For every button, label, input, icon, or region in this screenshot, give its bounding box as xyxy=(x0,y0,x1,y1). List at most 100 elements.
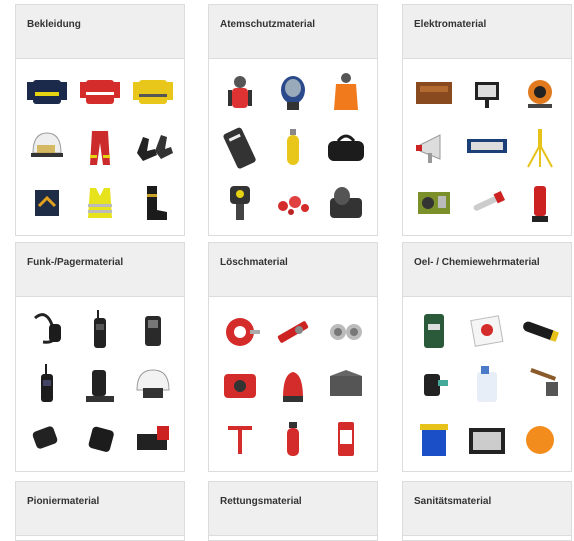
megaphone-icon[interactable] xyxy=(407,120,460,175)
handheld-radio-icon[interactable] xyxy=(73,303,126,357)
black-holster-icon[interactable] xyxy=(73,411,126,465)
category-card-pioniermaterial[interactable]: Pioniermaterial xyxy=(15,481,185,541)
hydrant-key-icon xyxy=(227,426,252,454)
scraper-shovel-icon[interactable] xyxy=(514,357,567,411)
product-image-grid xyxy=(209,297,377,471)
yellow-jacket-icon[interactable] xyxy=(127,65,180,120)
tripod-icon xyxy=(527,128,554,168)
grey-tarp-icon[interactable] xyxy=(320,357,373,411)
test-kit-case-icon[interactable] xyxy=(460,411,513,465)
black-holster-icon xyxy=(88,426,114,452)
red-warning-sign-icon[interactable] xyxy=(320,411,373,465)
power-generator-icon[interactable] xyxy=(407,174,460,229)
tripod-icon[interactable] xyxy=(514,120,567,175)
hose-coupling-icon[interactable] xyxy=(320,303,373,357)
mask-case-icon[interactable] xyxy=(320,174,373,229)
red-trousers-icon xyxy=(89,130,110,165)
radio-handset-icon[interactable] xyxy=(20,357,73,411)
product-image-grid xyxy=(403,297,571,471)
category-title[interactable]: Elektromaterial xyxy=(403,5,571,59)
category-card-löschmaterial[interactable]: Löschmaterial xyxy=(208,242,378,472)
pager-clip-icon[interactable] xyxy=(20,411,73,465)
orange-suit-icon[interactable] xyxy=(320,65,373,120)
fire-hose-icon[interactable] xyxy=(213,303,266,357)
absorbent-pad-icon[interactable] xyxy=(460,303,513,357)
red-water-buoy-icon[interactable] xyxy=(266,357,319,411)
generator-box-icon[interactable] xyxy=(407,65,460,120)
radio-headset-helmet-icon[interactable] xyxy=(127,357,180,411)
floodlight-icon xyxy=(474,82,499,109)
sealing-ball-icon[interactable] xyxy=(514,411,567,465)
absorbent-sack-icon[interactable] xyxy=(407,303,460,357)
red-parts-icon[interactable] xyxy=(266,174,319,229)
fire-extinguisher-icon[interactable] xyxy=(266,411,319,465)
boots-icon xyxy=(147,185,168,220)
category-card-oel-chemiewehrmaterial[interactable]: Oel- / Chemiewehrmaterial xyxy=(402,242,572,472)
category-title[interactable]: Sanitätsmaterial xyxy=(403,482,571,536)
charging-cradle-icon[interactable] xyxy=(127,411,180,465)
test-probe-icon[interactable] xyxy=(460,174,513,229)
category-card-elektromaterial[interactable]: Elektromaterial xyxy=(402,4,572,236)
boots-icon[interactable] xyxy=(127,174,180,229)
category-title[interactable]: Atemschutzmaterial xyxy=(209,5,377,59)
harness-board-icon[interactable] xyxy=(213,120,266,175)
product-image-grid xyxy=(16,297,184,471)
category-card-sanitätsmaterial[interactable]: Sanitätsmaterial xyxy=(402,481,572,541)
breathing-apparatus-icon[interactable] xyxy=(213,65,266,120)
category-card-atemschutzmaterial[interactable]: Atemschutzmaterial xyxy=(208,4,378,236)
red-trousers-icon[interactable] xyxy=(73,120,126,175)
helmet-icon[interactable] xyxy=(20,120,73,175)
category-card-bekleidung[interactable]: Bekleidung xyxy=(15,4,185,236)
hose-coupling-icon xyxy=(330,324,363,340)
breathing-apparatus-icon xyxy=(227,76,252,109)
light-bar-icon[interactable] xyxy=(460,120,513,175)
safety-vest-icon xyxy=(87,187,112,218)
gas-cylinder-icon[interactable] xyxy=(266,120,319,175)
chemical-pump-icon[interactable] xyxy=(407,357,460,411)
red-sweater-icon[interactable] xyxy=(73,65,126,120)
category-card-rettungsmaterial[interactable]: Rettungsmaterial xyxy=(208,481,378,541)
charger-stand-icon[interactable] xyxy=(73,357,126,411)
gas-cylinder-icon xyxy=(286,128,299,165)
hose-nozzle-icon[interactable] xyxy=(266,303,319,357)
absorbent-boom-icon[interactable] xyxy=(514,303,567,357)
category-title[interactable]: Rettungsmaterial xyxy=(209,482,377,536)
grey-tarp-icon xyxy=(330,370,363,396)
category-title[interactable]: Oel- / Chemiewehrmaterial xyxy=(403,243,571,297)
chemical-canister-icon xyxy=(476,366,497,402)
safety-vest-icon[interactable] xyxy=(73,174,126,229)
absorbent-pad-icon xyxy=(470,315,504,347)
pager-icon[interactable] xyxy=(127,303,180,357)
thermal-camera-icon[interactable] xyxy=(213,174,266,229)
category-title[interactable]: Pioniermaterial xyxy=(16,482,184,536)
floodlight-icon[interactable] xyxy=(460,65,513,120)
radio-microphone-icon xyxy=(33,313,61,344)
cable-reel-icon[interactable] xyxy=(514,65,567,120)
yellow-jacket-icon xyxy=(133,80,174,105)
light-bar-icon xyxy=(466,138,507,153)
rank-patch-icon[interactable] xyxy=(20,174,73,229)
water-pump-icon[interactable] xyxy=(213,357,266,411)
gloves-icon[interactable] xyxy=(127,120,180,175)
charging-cradle-icon xyxy=(137,426,170,450)
blue-container-icon[interactable] xyxy=(407,411,460,465)
chemical-canister-icon[interactable] xyxy=(460,357,513,411)
radio-microphone-icon[interactable] xyxy=(20,303,73,357)
radio-headset-helmet-icon xyxy=(136,369,170,398)
firefighter-jacket-icon[interactable] xyxy=(20,65,73,120)
pager-clip-icon xyxy=(32,426,57,449)
category-title[interactable]: Funk-/Pagermaterial xyxy=(16,243,184,297)
black-bag-icon[interactable] xyxy=(320,120,373,175)
chemical-pump-icon xyxy=(423,374,448,396)
flashlight-icon xyxy=(532,185,549,222)
handheld-radio-icon xyxy=(93,310,106,348)
absorbent-boom-icon xyxy=(523,321,560,342)
category-card-funk-pagermaterial[interactable]: Funk-/Pagermaterial xyxy=(15,242,185,472)
full-face-mask-icon[interactable] xyxy=(266,65,319,120)
red-sweater-icon xyxy=(79,80,120,105)
hydrant-key-icon[interactable] xyxy=(213,411,266,465)
category-title[interactable]: Löschmaterial xyxy=(209,243,377,297)
hose-nozzle-icon xyxy=(277,321,309,343)
category-title[interactable]: Bekleidung xyxy=(16,5,184,59)
flashlight-icon[interactable] xyxy=(514,174,567,229)
